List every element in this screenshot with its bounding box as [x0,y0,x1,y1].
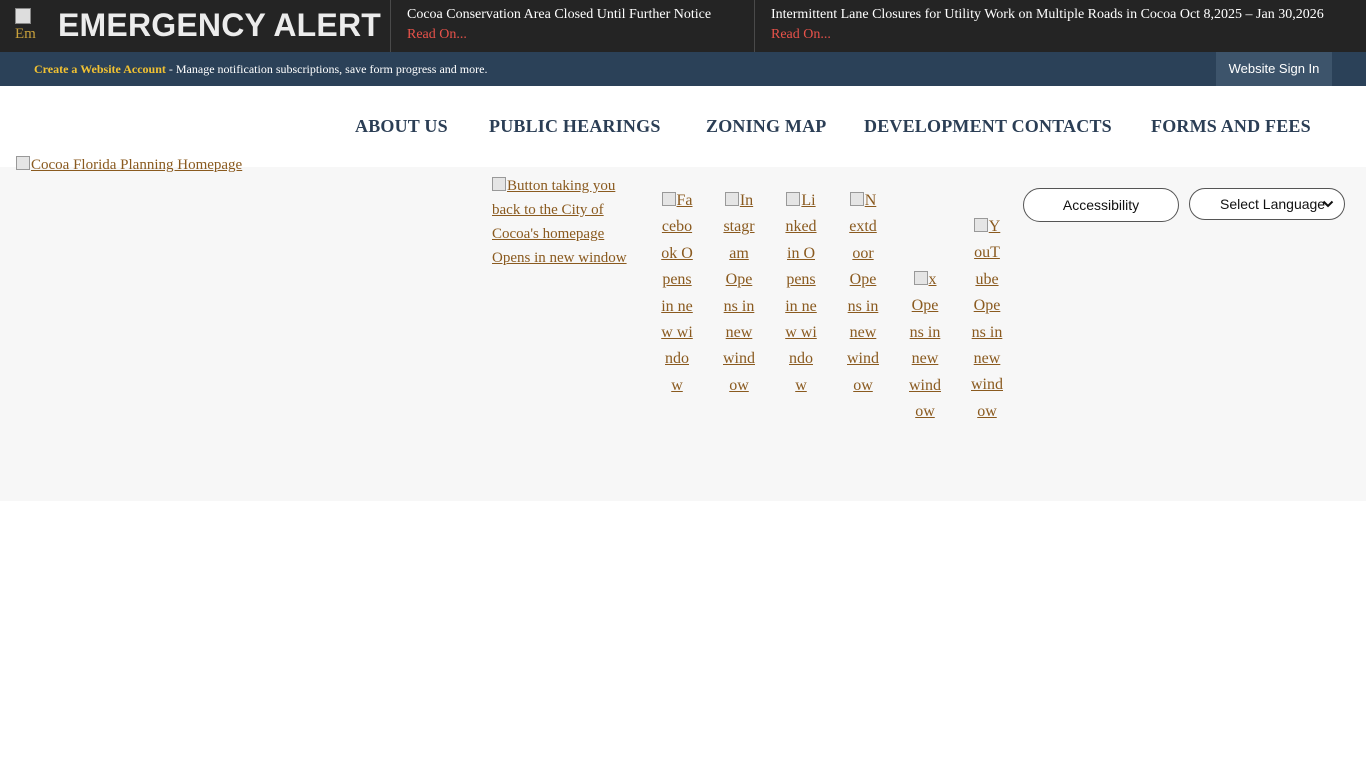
youtube-link[interactable]: YouTube Opens in new window [971,214,1003,425]
instagram-icon [724,192,739,206]
alert-item[interactable]: Intermittent Lane Closures for Utility W… [771,6,1324,44]
linkedin-icon [786,192,801,206]
language-select[interactable]: Select Language [1189,188,1345,220]
account-description: - Manage notification subscriptions, sav… [165,62,488,76]
youtube-alt[interactable]: YouTube Opens in new window [971,218,1003,420]
city-home-button[interactable]: Button taking you back to the City of Co… [492,174,642,270]
facebook-alt[interactable]: Facebook Opens in new window [661,192,693,394]
nextdoor-link[interactable]: Nextdoor Opens in new window [847,188,879,399]
create-account-link[interactable]: Create a Website Account [34,62,166,76]
emergency-alert-bar: Em EMERGENCY ALERT Cocoa Conservation Ar… [0,0,1366,52]
alert-icon-alt: Em [15,26,36,42]
nav-item-about-us[interactable]: ABOUT US [355,116,448,136]
x-alt[interactable]: x Opens in new window [909,271,941,420]
instagram-link[interactable]: Instagram Opens in new window [723,188,755,399]
alert-item[interactable]: Cocoa Conservation Area Closed Until Fur… [407,6,711,44]
nav-item-development-contacts[interactable]: DEVELOPMENT CONTACTS [864,116,1112,136]
facebook-link[interactable]: Facebook Opens in new window [661,188,693,399]
youtube-icon [973,218,988,232]
alert-icon: Em [15,8,49,44]
instagram-alt[interactable]: Instagram Opens in new window [723,192,755,394]
read-on-link[interactable]: Read On... [407,26,711,44]
account-bar: Create a Website Account - Manage notifi… [0,52,1366,86]
home-button-alt[interactable]: Button taking you back to the City of Co… [492,178,627,266]
alert-headline[interactable]: Cocoa Conservation Area Closed Until Fur… [407,6,711,24]
alert-title: EMERGENCY ALERT [58,7,382,43]
read-on-link[interactable]: Read On... [771,26,1324,44]
account-message: Create a Website Account - Manage notifi… [34,61,487,77]
nav-item-public-hearings[interactable]: PUBLIC HEARINGS [489,116,661,136]
logo-link[interactable]: Cocoa Florida Planning Homepage [16,155,242,175]
logo-alt-text[interactable]: Cocoa Florida Planning Homepage [31,157,242,173]
broken-image-icon [16,156,30,170]
nav-item-forms-and-fees[interactable]: FORMS AND FEES [1151,116,1311,136]
nextdoor-icon [849,192,864,206]
website-sign-in-button[interactable]: Website Sign In [1216,52,1332,86]
broken-image-icon [15,8,31,24]
x-link[interactable]: x Opens in new window [909,267,941,425]
alert-divider [390,0,391,52]
language-select-label: Select Language [1220,196,1326,212]
linkedin-alt[interactable]: Linkedin Opens in new window [785,192,817,394]
facebook-icon [661,192,676,206]
nav-item-zoning-map[interactable]: ZONING MAP [706,116,827,136]
x-icon [913,271,928,285]
linkedin-link[interactable]: Linkedin Opens in new window [785,188,817,399]
broken-image-icon [492,177,506,191]
nextdoor-alt[interactable]: Nextdoor Opens in new window [847,192,879,394]
accessibility-button[interactable]: Accessibility [1023,188,1179,222]
chevron-down-icon [1322,200,1334,208]
alert-headline[interactable]: Intermittent Lane Closures for Utility W… [771,6,1324,24]
alert-divider [754,0,755,52]
